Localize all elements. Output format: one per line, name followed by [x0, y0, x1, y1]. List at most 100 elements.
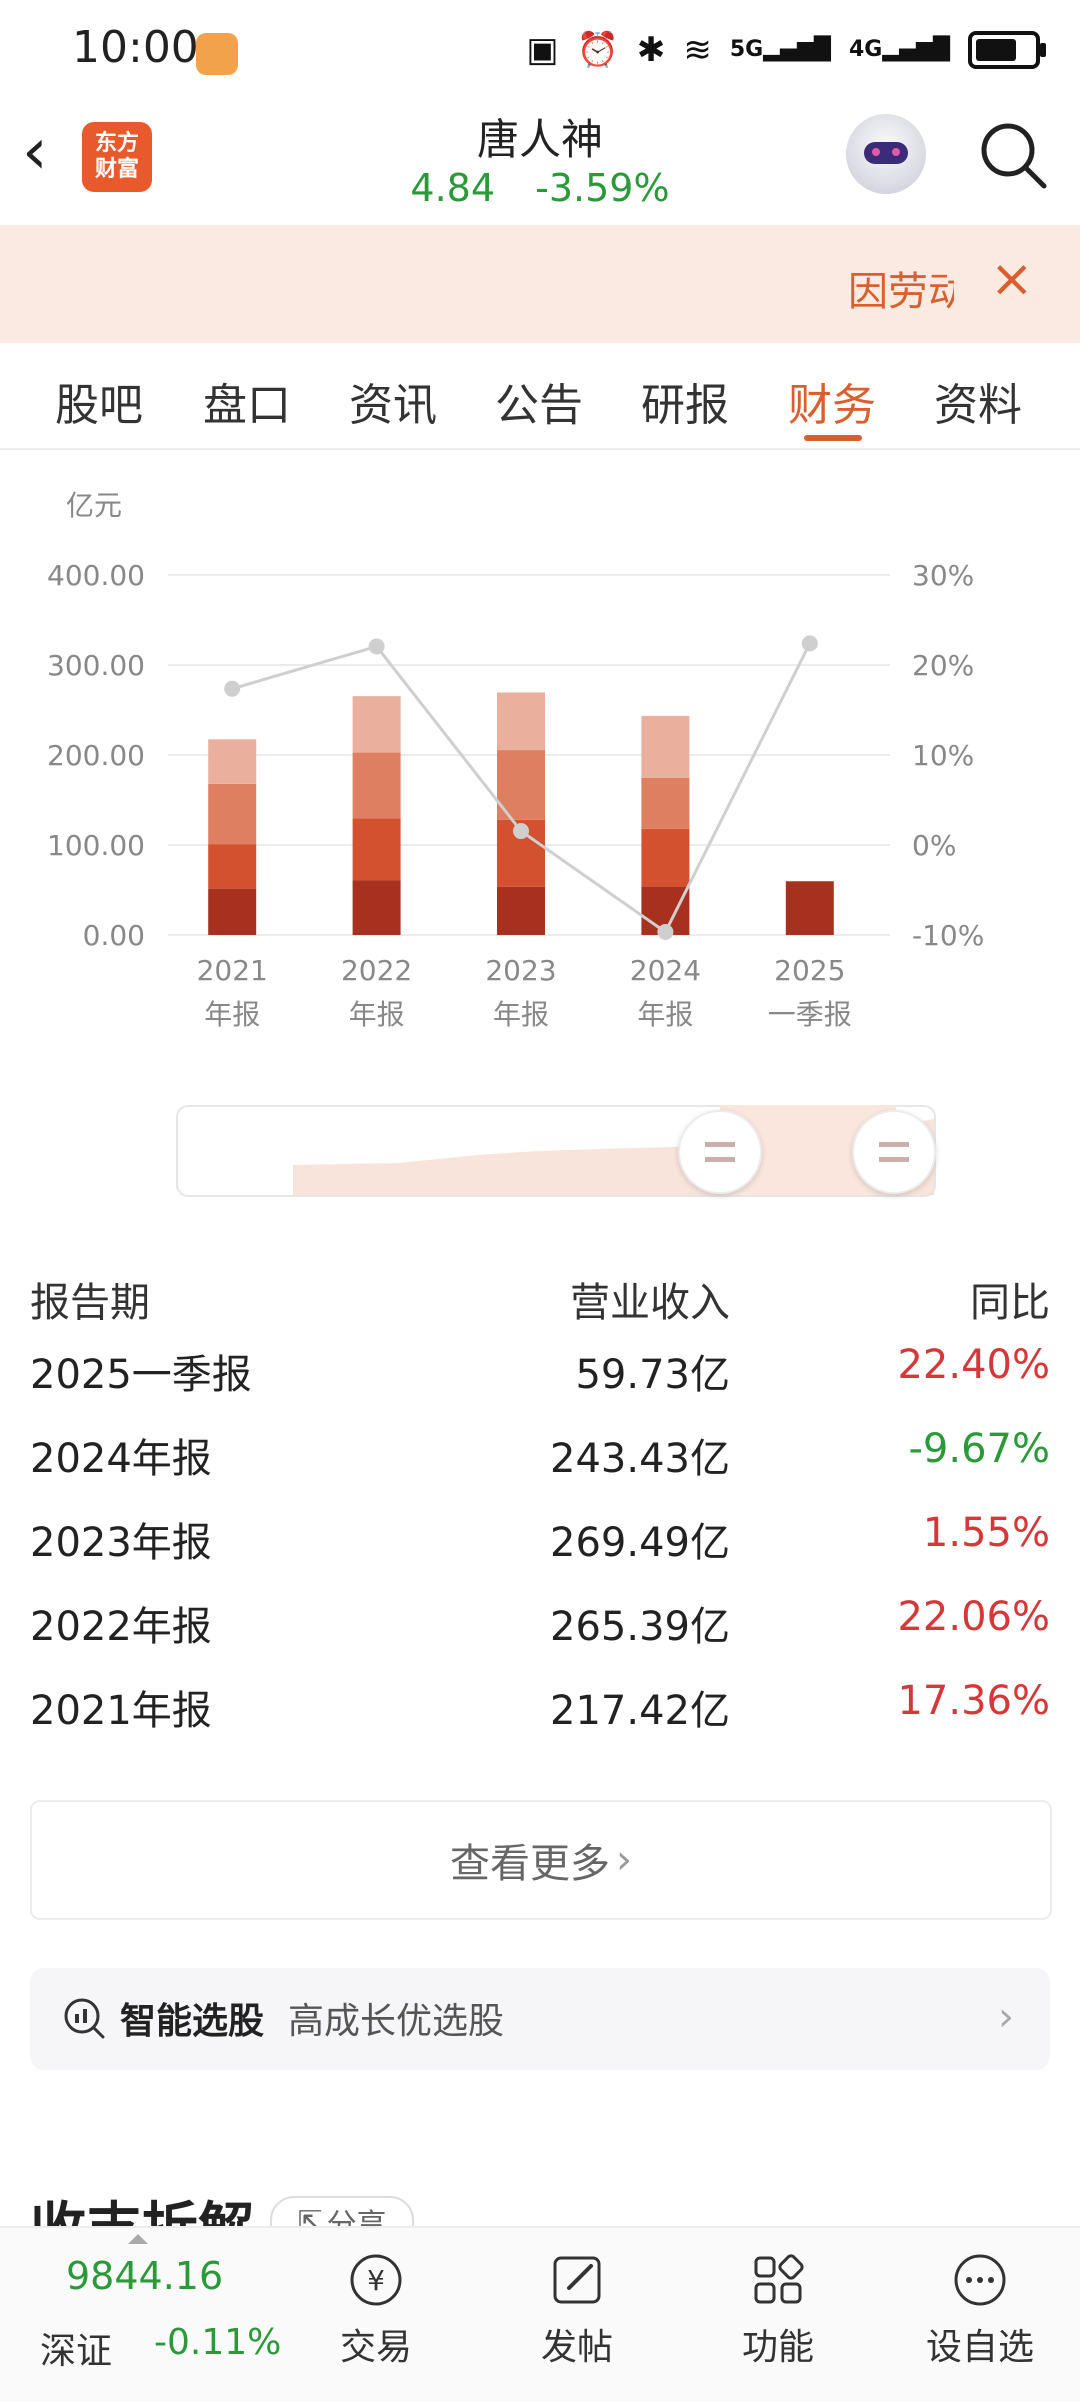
- search-icon[interactable]: [976, 118, 1052, 194]
- y-tick-right: 0%: [912, 829, 956, 862]
- bar-segment: [208, 844, 257, 889]
- row-period: 2025一季报: [30, 1352, 252, 1398]
- trade-icon: ¥: [350, 2254, 402, 2306]
- row-revenue: 59.73亿: [575, 1352, 730, 1398]
- stock-header: ‹ 东方 财富 唐人神 4.84 -3.59%: [0, 100, 1080, 225]
- chevron-right-icon: ›: [998, 1994, 1014, 2040]
- y-tick-left: 300.00: [47, 649, 145, 682]
- table-row[interactable]: 2024年报 243.43亿 -9.67%: [30, 1426, 1050, 1510]
- header-period: 报告期: [30, 1280, 150, 1326]
- bar-segment: [208, 783, 257, 845]
- status-bar: 10:00 ▣ ⏰ ✱ ≋ 5G▂▄▆█ 4G▂▄▆█: [0, 0, 1080, 100]
- revenue-chart-svg: 亿元 400.00 30% 300.00 20% 200.00 10% 100.00 0% 0.…: [47, 489, 984, 1031]
- bar-segment: [641, 828, 690, 887]
- row-period: 2022年报: [30, 1604, 212, 1650]
- smart-pick-title: 智能选股: [120, 2001, 265, 2042]
- revenue-chart: 亿元 400.00 30% 300.00 20% 200.00 10% 100.00 0% 0.…: [0, 450, 1080, 1050]
- range-handle-right[interactable]: [852, 1110, 936, 1194]
- row-yoy: 17.36%: [897, 1678, 1050, 1724]
- table-row[interactable]: 2021年报 217.42亿 17.36%: [30, 1678, 1050, 1762]
- range-handle-left[interactable]: [678, 1110, 762, 1194]
- bar-segment: [352, 696, 401, 753]
- bar-segment: [352, 818, 401, 881]
- tab-bar: 股吧 盘口 资讯 公告 研报 财务 资料: [0, 343, 1080, 450]
- nav-trade-label: 交易: [339, 2327, 412, 2368]
- alarm-icon: ⏰: [576, 30, 619, 70]
- nav-functions[interactable]: 功能: [698, 2228, 858, 2402]
- x-tick-year: 2021: [197, 954, 268, 987]
- y-tick-right: 30%: [912, 559, 974, 592]
- table-row[interactable]: 2023年报 269.49亿 1.55%: [30, 1510, 1050, 1594]
- index-change: -0.11%: [154, 2322, 282, 2363]
- expand-arrow-icon[interactable]: [128, 2234, 148, 2244]
- wifi-icon: ≋: [683, 30, 712, 70]
- yoy-point: [801, 635, 818, 652]
- row-revenue: 265.39亿: [550, 1604, 730, 1650]
- row-yoy: 22.06%: [897, 1594, 1050, 1640]
- x-tick-year: 2025: [774, 954, 845, 987]
- bar-segment: [497, 886, 545, 935]
- row-yoy: 1.55%: [922, 1510, 1050, 1556]
- tab-research[interactable]: 研报: [641, 369, 729, 433]
- bar-segment: [641, 777, 690, 829]
- row-revenue: 243.43亿: [550, 1436, 730, 1482]
- x-tick-period: 年报: [637, 998, 693, 1031]
- bar-segment: [641, 715, 690, 778]
- tab-profile[interactable]: 资料: [934, 369, 1022, 433]
- x-tick-year: 2022: [341, 954, 412, 987]
- nav-post-label: 发帖: [540, 2327, 613, 2368]
- bottom-toolbar: 9844.16 深证 -0.11% ¥ 交易 发帖 功能 设自选: [0, 2226, 1080, 2402]
- status-time: 10:00: [72, 22, 199, 73]
- view-more-button[interactable]: 查看更多 ›: [30, 1800, 1052, 1920]
- y-tick-right: -10%: [912, 919, 984, 952]
- y-tick-left: 200.00: [47, 739, 145, 772]
- table-row[interactable]: 2025一季报 59.73亿 22.40%: [30, 1342, 1050, 1426]
- row-yoy: -9.67%: [908, 1426, 1050, 1472]
- row-period: 2023年报: [30, 1520, 212, 1566]
- index-value[interactable]: 9844.16: [66, 2254, 223, 2298]
- yoy-point: [368, 638, 385, 655]
- nav-functions-label: 功能: [741, 2327, 814, 2368]
- robot-assistant-avatar[interactable]: [846, 114, 926, 194]
- x-tick-period: 年报: [204, 998, 260, 1031]
- view-more-label: 查看更多: [450, 1841, 610, 1887]
- bluetooth-icon: ✱: [636, 30, 666, 70]
- tab-finance[interactable]: 财务: [788, 369, 876, 433]
- compose-icon: [553, 2256, 601, 2304]
- close-icon[interactable]: ×: [990, 249, 1034, 309]
- row-yoy: 22.40%: [897, 1342, 1050, 1388]
- row-period: 2024年报: [30, 1436, 212, 1482]
- y-tick-left: 0.00: [83, 919, 145, 952]
- bar-segment: [352, 880, 401, 935]
- tab-pankou[interactable]: 盘口: [203, 369, 291, 433]
- more-icon: [954, 2254, 1006, 2306]
- notice-banner[interactable]: 因劳动 ×: [0, 225, 1080, 343]
- row-revenue: 217.42亿: [550, 1688, 730, 1734]
- bar-segment: [208, 739, 257, 784]
- stock-price: 4.84: [410, 166, 496, 210]
- header-yoy: 同比: [970, 1280, 1050, 1326]
- smart-stock-pick-card[interactable]: 智能选股 高成长优选股 ›: [30, 1968, 1050, 2070]
- battery-icon: [968, 31, 1046, 69]
- y-tick-right: 10%: [912, 739, 974, 772]
- y-tick-right: 20%: [912, 649, 974, 682]
- yoy-point: [657, 924, 674, 941]
- nav-trade[interactable]: ¥ 交易: [296, 2228, 456, 2402]
- active-tab-indicator: [804, 435, 862, 441]
- 4g-signal-icon: 4G▂▄▆█: [848, 37, 950, 62]
- nav-post[interactable]: 发帖: [497, 2228, 657, 2402]
- tab-news[interactable]: 资讯: [349, 369, 437, 433]
- table-row[interactable]: 2022年报 265.39亿 22.06%: [30, 1594, 1050, 1678]
- status-icons: ▣ ⏰ ✱ ≋ 5G▂▄▆█ 4G▂▄▆█: [526, 28, 1046, 72]
- tab-announcements[interactable]: 公告: [495, 369, 583, 433]
- bar-segment: [352, 752, 401, 819]
- tab-guba[interactable]: 股吧: [55, 369, 143, 433]
- x-tick-year: 2023: [485, 954, 556, 987]
- bar-segment: [497, 692, 545, 751]
- table-header: 报告期 营业收入 同比: [30, 1270, 1050, 1342]
- nav-add-watchlist[interactable]: 设自选: [900, 2228, 1060, 2402]
- chevron-right-icon: ›: [616, 1837, 632, 1883]
- y-tick-left: 400.00: [47, 559, 145, 592]
- revenue-table: 报告期 营业收入 同比 2025一季报 59.73亿 22.40% 2024年报…: [30, 1270, 1050, 1762]
- banner-text: 因劳动: [848, 269, 954, 315]
